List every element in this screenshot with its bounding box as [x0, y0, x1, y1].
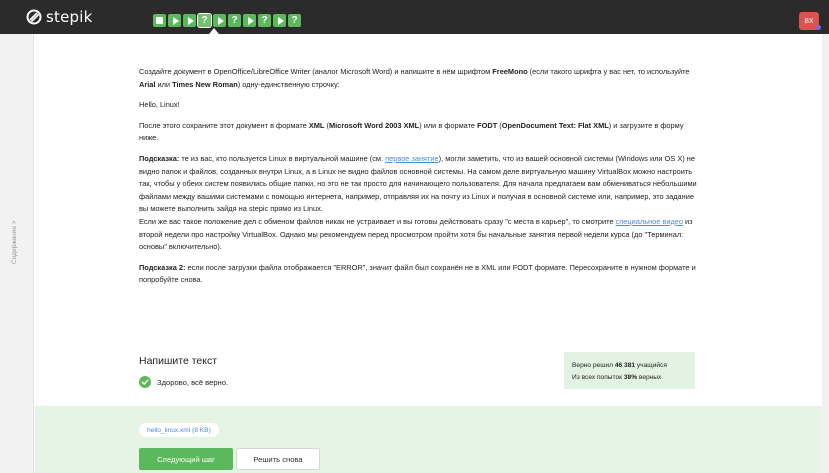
special-video-link[interactable]: специальное видео [616, 217, 683, 226]
stepik-logo[interactable]: stepik [26, 8, 93, 26]
step-quiz-icon[interactable]: ? [288, 14, 301, 27]
solve-again-button[interactable]: Решить снова [236, 448, 320, 470]
step-text-icon[interactable] [153, 14, 166, 27]
step-quiz-icon-active[interactable]: ? [197, 13, 212, 28]
next-step-button[interactable]: Следующий шаг [139, 448, 233, 470]
result-text: Здорово, всё верно. [157, 377, 229, 387]
hint-2-paragraph: Подсказка 2: если после загрузки файла о… [139, 262, 696, 285]
scrollbar[interactable] [822, 34, 829, 473]
step-video-icon[interactable] [243, 14, 256, 27]
top-bar: stepik ? ? ? ? BX [0, 0, 829, 34]
first-lesson-link[interactable]: первое занятие [385, 154, 439, 163]
hint-paragraph-continued: Если же вас такое положение дел с обмено… [139, 216, 693, 252]
step-video-icon[interactable] [273, 14, 286, 27]
step-navigation: ? ? ? ? [153, 13, 301, 28]
task-paragraph-3: После этого сохраните этот документ в фо… [139, 120, 684, 143]
task-paragraph-2: Hello, Linux! [139, 100, 180, 110]
step-quiz-icon[interactable]: ? [258, 14, 271, 27]
uploaded-file-link[interactable]: hello_linux.xml (8 KB) [139, 423, 219, 437]
hint-paragraph: Подсказка: те из вас, кто пользуется Lin… [139, 153, 697, 214]
logo-text: stepik [46, 8, 93, 26]
step-video-icon[interactable] [213, 14, 226, 27]
active-step-pointer [209, 28, 219, 34]
sidebar-contents-label[interactable]: Содержание > [11, 220, 18, 264]
step-quiz-icon[interactable]: ? [228, 14, 241, 27]
correct-result: Здорово, всё верно. [139, 376, 228, 388]
avatar-status-dot [816, 25, 821, 30]
check-circle-icon [139, 376, 151, 388]
solve-stats: Верно решил 46 381 учащийся Из всех попы… [564, 352, 695, 389]
contents-sidebar[interactable]: Содержание > [0, 34, 34, 473]
stats-attempts-line: Из всех попыток 38% верных [572, 374, 662, 381]
step-content: Создайте документ в OpenOffice/LibreOffi… [139, 66, 699, 295]
task-title: Напишите текст [139, 355, 218, 367]
step-video-icon[interactable] [168, 14, 181, 27]
step-video-icon[interactable] [183, 14, 196, 27]
stats-solved-line: Верно решил 46 381 учащийся [572, 362, 667, 369]
task-paragraph-1: Создайте документ в OpenOffice/LibreOffi… [139, 67, 690, 89]
stepik-logo-icon [26, 9, 42, 25]
